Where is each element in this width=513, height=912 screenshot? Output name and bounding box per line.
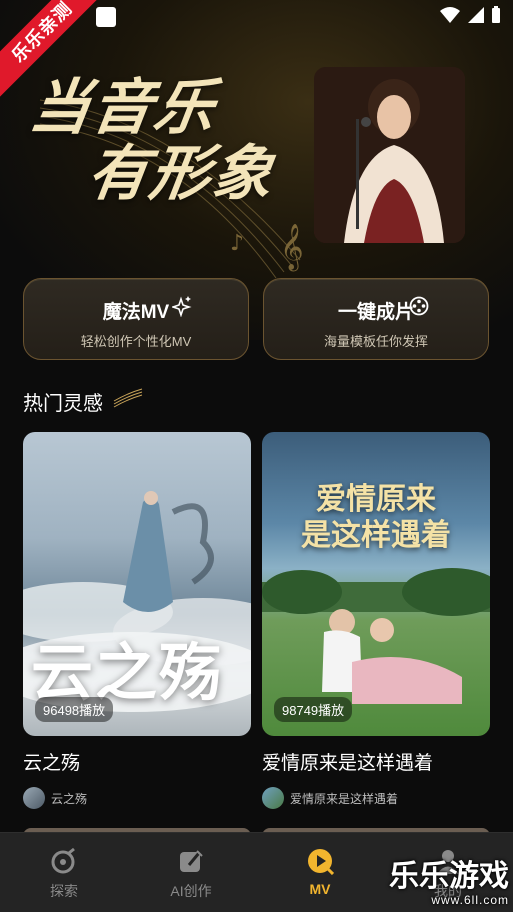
magic-mv-subtitle: 轻松创作个性化MV [80, 334, 192, 349]
hero-headline-line1: 当音乐 [25, 73, 221, 143]
one-click-film-title: 一键成片 [337, 302, 414, 323]
thumb-title: 爱情原来 是这样遇着 [262, 482, 490, 554]
hero-headline: 当音乐 有形象 [25, 73, 279, 209]
tab-ai-create-label: AI创作 [170, 883, 212, 899]
author-row[interactable]: 云之殇 [23, 787, 251, 809]
watermark-logo: 乐乐游戏 www.6ll.com [389, 860, 509, 907]
thumb-title-line1: 爱情原来 [316, 482, 436, 517]
svg-text:𝄞: 𝄞 [280, 224, 304, 272]
notification-icon [96, 7, 116, 27]
feed-card[interactable]: 云之殇 96498播放 云之殇 云之殇 [23, 432, 251, 809]
tab-mv[interactable]: MV [270, 847, 370, 897]
watermark-brand: 乐乐游戏 [389, 860, 509, 893]
signal-icon [468, 7, 484, 23]
author-name: 爱情原来是这样遇着 [290, 791, 399, 806]
watermark-url: www.6ll.com [431, 893, 509, 907]
feed-title[interactable]: 云之殇 [23, 748, 251, 775]
one-click-film-button[interactable]: 一键成片 海量模板任你发挥 [263, 278, 489, 360]
ai-create-icon [180, 850, 203, 872]
wifi-icon [440, 7, 460, 23]
mv-play-icon [308, 849, 334, 875]
hero-singer-image [314, 67, 465, 243]
magic-mv-title: 魔法MV [102, 302, 170, 323]
svg-text:♪: ♪ [230, 231, 244, 256]
music-note-decoration-icon [113, 388, 143, 408]
explore-icon [51, 847, 75, 874]
feed-card[interactable]: 爱情原来 是这样遇着 98749播放 爱情原来是这样遇着 爱情原来是这样遇着 [262, 432, 490, 809]
author-row[interactable]: 爱情原来是这样遇着 [262, 787, 490, 809]
author-name: 云之殇 [51, 791, 88, 806]
tab-mv-label: MV [309, 881, 331, 897]
play-count: 96498播放 [35, 697, 114, 722]
sparkle-icon [172, 296, 192, 317]
status-icons [439, 6, 501, 24]
battery-icon [492, 6, 500, 23]
feed-thumbnail[interactable]: 爱情原来 是这样遇着 98749播放 [262, 432, 490, 736]
section-title: 热门灵感 [23, 393, 103, 415]
one-click-film-subtitle: 海量模板任你发挥 [323, 334, 428, 349]
tab-ai-create[interactable]: AI创作 [141, 847, 241, 901]
play-count: 98749播放 [274, 697, 353, 722]
avatar [23, 787, 45, 809]
feed-title[interactable]: 爱情原来是这样遇着 [262, 748, 490, 775]
magic-mv-button[interactable]: 魔法MV 轻松创作个性化MV [23, 278, 249, 360]
tab-explore[interactable]: 探索 [14, 847, 114, 901]
hero-headline-line2: 有形象 [83, 139, 279, 209]
film-reel-icon [409, 296, 429, 316]
feed-thumbnail[interactable]: 云之殇 96498播放 [23, 432, 251, 736]
thumb-title-line2: 是这样遇着 [301, 518, 451, 553]
avatar [262, 787, 284, 809]
tab-explore-label: 探索 [50, 883, 78, 899]
